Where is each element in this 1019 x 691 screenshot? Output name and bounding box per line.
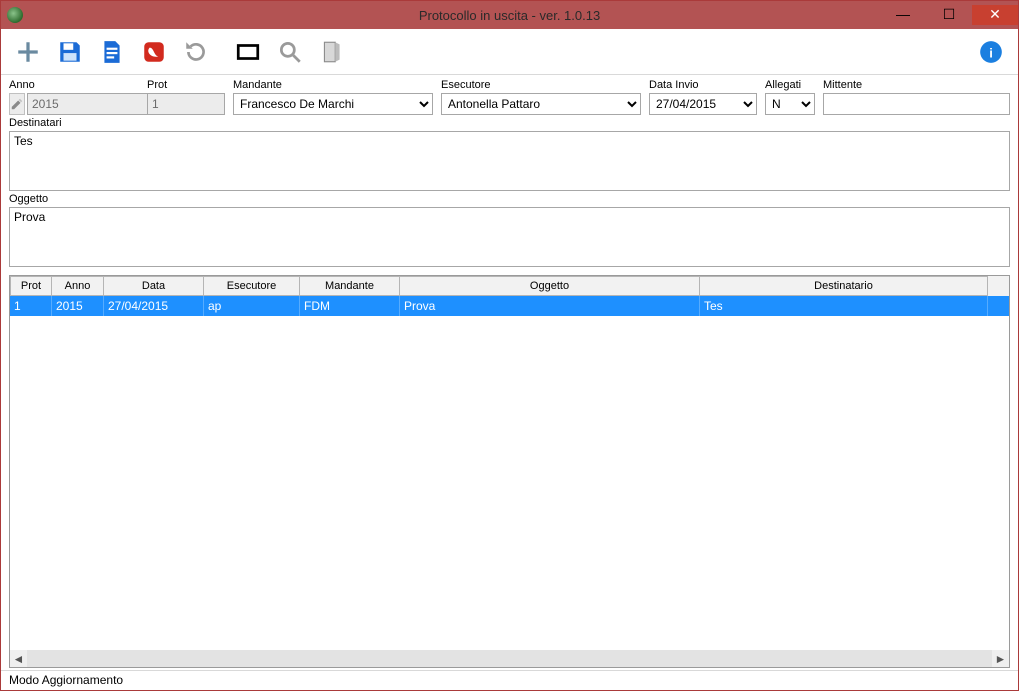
pencil-icon xyxy=(10,97,24,111)
cell-esecutore: ap xyxy=(204,296,300,316)
floppy-icon xyxy=(57,39,83,65)
plus-icon xyxy=(15,39,41,65)
rectangle-icon xyxy=(235,39,261,65)
label-oggetto: Oggetto xyxy=(9,193,1010,205)
document-icon xyxy=(99,39,125,65)
app-icon xyxy=(7,7,23,23)
col-mandante[interactable]: Mandante xyxy=(300,276,400,296)
field-row-1: Anno Prot Mandante Francesco De Marchi E… xyxy=(9,79,1010,115)
exit-button[interactable] xyxy=(313,33,351,71)
save-button[interactable] xyxy=(51,33,89,71)
window-title: Protocollo in uscita - ver. 1.0.13 xyxy=(1,8,1018,23)
info-button[interactable]: i xyxy=(972,33,1010,71)
col-data[interactable]: Data xyxy=(104,276,204,296)
pdf-button[interactable] xyxy=(135,33,173,71)
data-grid: Prot Anno Data Esecutore Mandante Oggett… xyxy=(9,275,1010,668)
field-data-invio: Data Invio 27/04/2015 xyxy=(649,79,757,115)
label-mandante: Mandante xyxy=(233,79,433,91)
label-data-invio: Data Invio xyxy=(649,79,757,91)
select-allegati[interactable]: N xyxy=(765,93,815,115)
cell-data: 27/04/2015 xyxy=(104,296,204,316)
refresh-button[interactable] xyxy=(177,33,215,71)
cell-mandante: FDM xyxy=(300,296,400,316)
svg-text:i: i xyxy=(989,45,993,60)
cell-destinatario: Tes xyxy=(700,296,988,316)
app-window: Protocollo in uscita - ver. 1.0.13 — ☐ ✕ xyxy=(0,0,1019,691)
door-icon xyxy=(319,39,345,65)
search-button[interactable] xyxy=(271,33,309,71)
input-mittente[interactable] xyxy=(823,93,1010,115)
minimize-button[interactable]: — xyxy=(880,5,926,25)
status-bar: Modo Aggiornamento xyxy=(1,670,1018,690)
label-anno: Anno xyxy=(9,79,139,91)
select-data-invio[interactable]: 27/04/2015 xyxy=(649,93,757,115)
scroll-left-icon[interactable]: ◄ xyxy=(10,650,27,667)
label-esecutore: Esecutore xyxy=(441,79,641,91)
col-prot[interactable]: Prot xyxy=(10,276,52,296)
field-destinatari: Destinatari xyxy=(9,117,1010,191)
field-prot: Prot xyxy=(147,79,225,115)
info-icon: i xyxy=(978,39,1004,65)
select-esecutore[interactable]: Antonella Pattaro xyxy=(441,93,641,115)
field-mandante: Mandante Francesco De Marchi xyxy=(233,79,433,115)
field-oggetto: Oggetto xyxy=(9,193,1010,267)
refresh-icon xyxy=(183,39,209,65)
table-row[interactable]: 1 2015 27/04/2015 ap FDM Prova Tes xyxy=(10,296,1009,316)
label-mittente: Mittente xyxy=(823,79,1010,91)
title-bar[interactable]: Protocollo in uscita - ver. 1.0.13 — ☐ ✕ xyxy=(1,1,1018,29)
edit-anno-button[interactable] xyxy=(9,93,25,115)
field-mittente: Mittente xyxy=(823,79,1010,115)
field-anno: Anno xyxy=(9,79,139,115)
cell-oggetto: Prova xyxy=(400,296,700,316)
status-text: Modo Aggiornamento xyxy=(9,673,123,687)
search-icon xyxy=(277,39,303,65)
cell-anno: 2015 xyxy=(52,296,104,316)
input-prot xyxy=(147,93,225,115)
textarea-destinatari[interactable] xyxy=(9,131,1010,191)
grid-header: Prot Anno Data Esecutore Mandante Oggett… xyxy=(10,276,1009,296)
label-allegati: Allegati xyxy=(765,79,815,91)
new-button[interactable] xyxy=(9,33,47,71)
content-area: Anno Prot Mandante Francesco De Marchi E… xyxy=(1,75,1018,670)
col-destinatario[interactable]: Destinatario xyxy=(700,276,988,296)
toolbar: i xyxy=(1,29,1018,75)
col-esecutore[interactable]: Esecutore xyxy=(204,276,300,296)
grid-body[interactable]: 1 2015 27/04/2015 ap FDM Prova Tes xyxy=(10,296,1009,650)
col-anno[interactable]: Anno xyxy=(52,276,104,296)
textarea-oggetto[interactable] xyxy=(9,207,1010,267)
scroll-track[interactable] xyxy=(27,650,992,667)
select-mandante[interactable]: Francesco De Marchi xyxy=(233,93,433,115)
maximize-button[interactable]: ☐ xyxy=(926,5,972,25)
pdf-icon xyxy=(141,39,167,65)
horizontal-scrollbar[interactable]: ◄ ► xyxy=(10,650,1009,667)
cell-prot: 1 xyxy=(10,296,52,316)
open-button[interactable] xyxy=(93,33,131,71)
window-controls: — ☐ ✕ xyxy=(880,5,1018,25)
scroll-right-icon[interactable]: ► xyxy=(992,650,1009,667)
field-esecutore: Esecutore Antonella Pattaro xyxy=(441,79,641,115)
label-destinatari: Destinatari xyxy=(9,117,1010,129)
label-prot: Prot xyxy=(147,79,225,91)
col-oggetto[interactable]: Oggetto xyxy=(400,276,700,296)
field-allegati: Allegati N xyxy=(765,79,815,115)
close-button[interactable]: ✕ xyxy=(972,5,1018,25)
fullscreen-button[interactable] xyxy=(229,33,267,71)
